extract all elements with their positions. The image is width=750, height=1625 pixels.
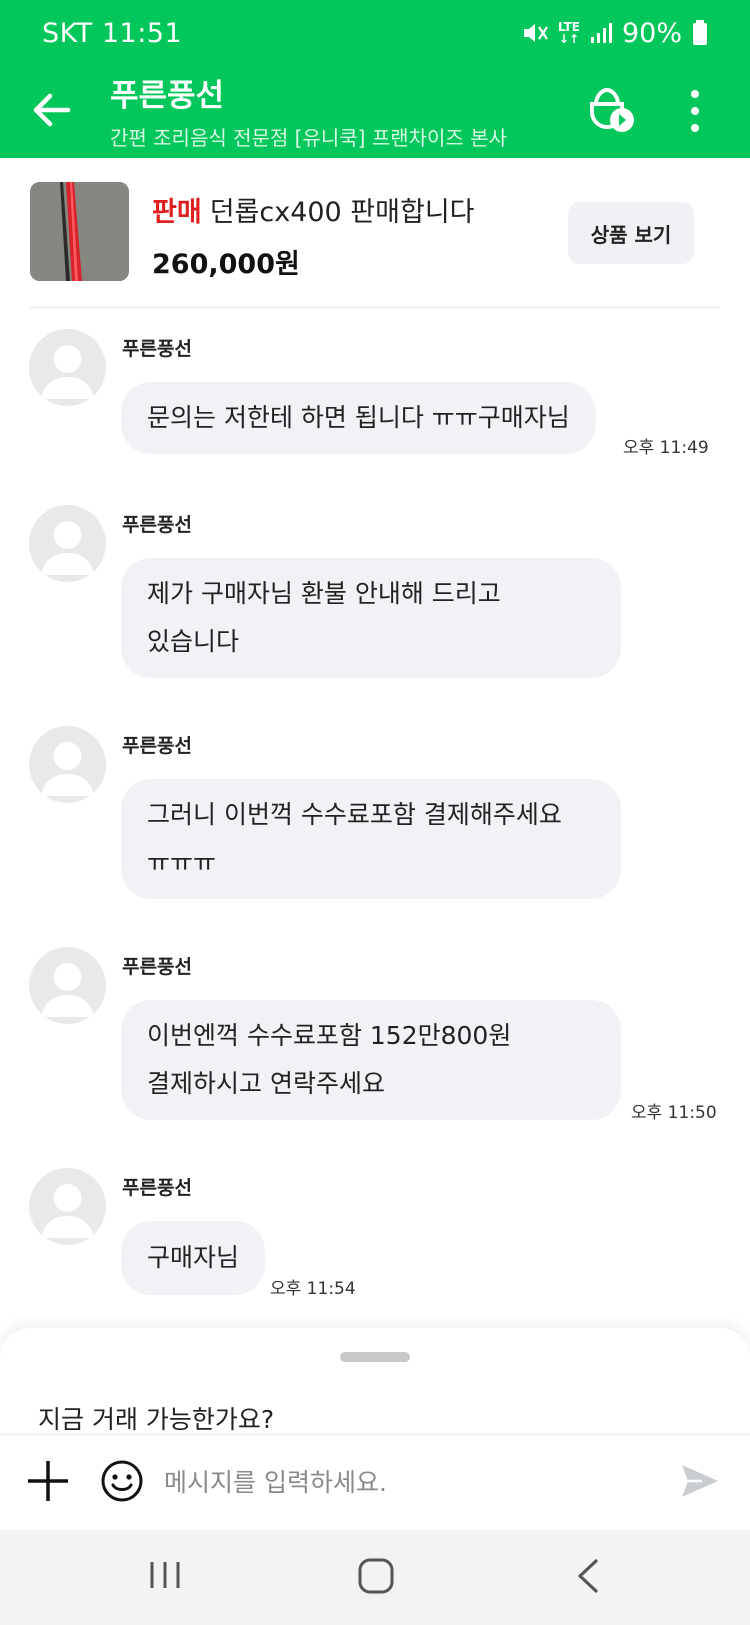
- battery-label: 90%: [621, 17, 682, 49]
- view-product-button[interactable]: 상품 보기: [568, 202, 694, 264]
- message-text-line: ㅠㅠㅠ: [147, 848, 217, 877]
- message-text: 구매자님: [147, 1243, 240, 1272]
- message-text-line: 결제하시고 연락주세요: [147, 1069, 385, 1098]
- sheet-drag-handle[interactable]: [340, 1352, 410, 1362]
- system-navigation-bar: [0, 1530, 750, 1625]
- sender-name: 푸른풍선: [122, 338, 192, 360]
- message-bubble[interactable]: 문의는 저한테 하면 됩니다 ㅠㅠ구매자님: [121, 382, 596, 454]
- divider: [30, 307, 720, 308]
- back-arrow-icon[interactable]: [28, 86, 76, 134]
- message-bubble[interactable]: 제가 구매자님 환불 안내해 드리고 있습니다: [121, 558, 621, 678]
- send-icon[interactable]: [680, 1461, 720, 1501]
- emoji-icon[interactable]: [100, 1459, 144, 1503]
- product-card[interactable]: 판매 던롭cx400 판매합니다 260,000원 상품 보기: [0, 158, 750, 308]
- avatar[interactable]: [29, 505, 106, 582]
- battery-icon: [692, 20, 708, 46]
- message-bubble[interactable]: 구매자님: [121, 1221, 266, 1295]
- message-time: 오후 11:50: [631, 1103, 717, 1123]
- lte-icon: LTE ↓↑: [558, 21, 580, 45]
- system-back-icon[interactable]: [572, 1558, 602, 1594]
- promise-icon[interactable]: [582, 80, 642, 140]
- status-right: LTE ↓↑ 90%: [522, 18, 708, 49]
- signal-icon: [590, 22, 612, 44]
- message-text-line: 제가 구매자님 환불 안내해 드리고: [147, 579, 501, 608]
- home-icon[interactable]: [356, 1556, 396, 1596]
- product-thumbnail[interactable]: [30, 182, 129, 281]
- avatar[interactable]: [29, 329, 106, 406]
- sender-name: 푸른풍선: [122, 514, 192, 536]
- message-time: 오후 11:49: [623, 438, 709, 458]
- avatar[interactable]: [29, 1168, 106, 1245]
- mute-icon: [522, 21, 548, 45]
- product-name: 던롭cx400 판매합니다: [209, 197, 475, 228]
- chat-partner-name: 푸른풍선: [110, 78, 225, 114]
- clock: 11:51: [101, 17, 183, 49]
- message-input-bar: 메시지를 입력하세요.: [0, 1434, 750, 1530]
- message-bubble[interactable]: 그러니 이번꺽 수수료포함 결제해주세요 ㅠㅠㅠ: [121, 779, 621, 899]
- status-left: SKT 11:51: [42, 18, 182, 49]
- sender-name: 푸른풍선: [122, 1177, 192, 1199]
- message-input[interactable]: 메시지를 입력하세요.: [164, 1463, 387, 1499]
- message-time: 오후 11:54: [270, 1279, 356, 1299]
- carrier-label: SKT: [42, 17, 93, 49]
- quick-reply-suggestion[interactable]: 지금 거래 가능한가요?: [38, 1400, 274, 1436]
- sale-status-label: 판매: [152, 197, 202, 228]
- message-bubble[interactable]: 이번엔꺽 수수료포함 152만800원 결제하시고 연락주세요: [121, 1000, 621, 1120]
- plus-icon[interactable]: [26, 1459, 70, 1503]
- message-text-line: 이번엔꺽 수수료포함 152만800원: [147, 1021, 512, 1050]
- sender-name: 푸른풍선: [122, 735, 192, 757]
- recent-apps-icon[interactable]: [148, 1558, 182, 1592]
- product-price: 260,000원: [152, 249, 300, 280]
- sender-name: 푸른풍선: [122, 956, 192, 978]
- product-title: 판매 던롭cx400 판매합니다: [152, 190, 475, 229]
- message-text-line: 그러니 이번꺽 수수료포함 결제해주세요: [147, 800, 562, 829]
- more-vertical-icon[interactable]: [680, 84, 710, 138]
- chat-header: 푸른풍선 간편 조리음식 전문점 [유니쿡] 프랜차이즈 본사: [0, 66, 750, 158]
- message-text: 문의는 저한테 하면 됩니다 ㅠㅠ구매자님: [147, 403, 570, 432]
- status-bar: SKT 11:51 LTE ↓↑ 90%: [0, 0, 750, 66]
- quick-reply-sheet: 지금 거래 가능한가요?: [0, 1328, 750, 1434]
- data-arrows-icon: ↓↑: [558, 32, 580, 46]
- chat-partner-description: 간편 조리음식 전문점 [유니쿡] 프랜차이즈 본사: [110, 126, 507, 150]
- avatar[interactable]: [29, 726, 106, 803]
- avatar[interactable]: [29, 947, 106, 1024]
- message-text-line: 있습니다: [147, 627, 240, 656]
